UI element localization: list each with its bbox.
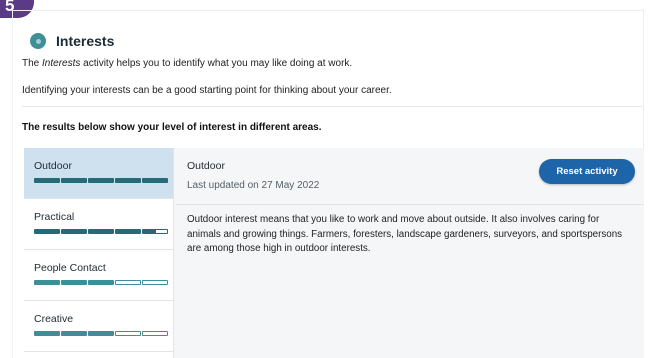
bar-segment: [88, 229, 114, 234]
bar-segment: [115, 331, 141, 336]
bar-segment: [34, 229, 60, 234]
sidebar-item-label: Outdoor: [34, 160, 72, 172]
divider: [22, 106, 642, 107]
bar-segment: [142, 280, 168, 285]
bar-segment: [61, 229, 87, 234]
detail-divider: [176, 204, 644, 205]
intro-text-1: The Interests activity helps you to iden…: [22, 58, 352, 69]
bar-segment: [61, 178, 87, 183]
bar-segment: [115, 178, 141, 183]
interest-level-bar: [34, 280, 173, 285]
bar-segment: [88, 331, 114, 336]
interest-level-bar: [34, 178, 173, 183]
results-heading: The results below show your level of int…: [22, 122, 322, 133]
intro-prefix: The: [22, 58, 43, 69]
bar-segment: [34, 280, 60, 285]
interests-icon: [30, 33, 46, 49]
bar-segment: [88, 280, 114, 285]
intro-italic: Interests: [42, 58, 81, 69]
page-title: Interests: [56, 33, 115, 49]
sidebar-item-people-contact[interactable]: People Contact: [24, 250, 173, 301]
sidebar-item-label: People Contact: [34, 262, 106, 274]
sidebar-item-label: Creative: [34, 313, 74, 325]
bar-segment: [34, 178, 60, 183]
bar-segment: [142, 178, 168, 183]
interest-sidebar: Outdoor Practical People Contact Creativ…: [24, 148, 174, 358]
sidebar-item-creative[interactable]: Creative: [24, 301, 173, 352]
bar-segment: [88, 178, 114, 183]
intro-suffix: activity helps you to identify what you …: [80, 58, 353, 69]
intro-text-2: Identifying your interests can be a good…: [22, 85, 392, 96]
bar-segment: [115, 229, 141, 234]
interest-level-bar: [34, 331, 173, 336]
bar-segment: [115, 280, 141, 285]
sidebar-item-label: Practical: [34, 211, 75, 223]
reset-activity-button[interactable]: Reset activity: [539, 159, 635, 184]
bar-segment: [142, 331, 168, 336]
detail-title: Outdoor: [187, 160, 225, 172]
bar-segment: [34, 331, 60, 336]
last-updated: Last updated on 27 May 2022: [187, 180, 320, 191]
bar-segment: [142, 229, 168, 234]
interest-level-bar: [34, 229, 173, 234]
section-header: Interests: [30, 33, 114, 49]
bar-segment: [61, 280, 87, 285]
sidebar-item-outdoor[interactable]: Outdoor: [24, 148, 173, 199]
interest-description: Outdoor interest means that you like to …: [187, 214, 623, 254]
sidebar-item-practical[interactable]: Practical: [24, 199, 173, 250]
bar-segment: [61, 331, 87, 336]
